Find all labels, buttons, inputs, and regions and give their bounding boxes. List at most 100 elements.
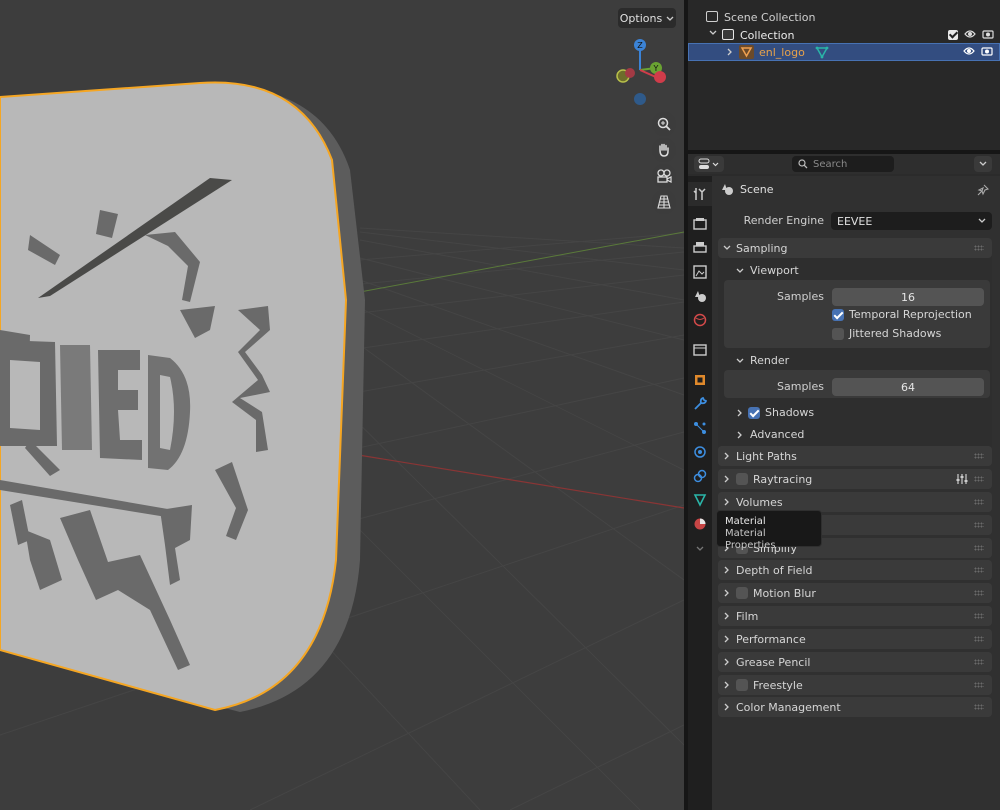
checkbox-unchecked[interactable] — [832, 327, 844, 340]
collection-label: Collection — [740, 28, 795, 42]
options-dropdown[interactable]: Options — [618, 8, 676, 28]
drag-grip-icon[interactable] — [974, 522, 984, 528]
chevron-down-icon — [736, 358, 744, 363]
drag-grip-icon[interactable] — [974, 682, 984, 688]
tab-modifiers[interactable] — [688, 392, 712, 416]
performance-panel[interactable]: Performance — [718, 629, 992, 649]
properties-search-input[interactable]: Search — [792, 156, 894, 172]
raytracing-checkbox[interactable] — [736, 473, 748, 485]
grease-pencil-panel[interactable]: Grease Pencil — [718, 652, 992, 672]
mesh-data-icon — [693, 494, 707, 507]
editor-type-button[interactable] — [694, 156, 724, 172]
outliner-scene-collection[interactable]: Scene Collection — [688, 8, 1000, 26]
drag-grip-icon[interactable] — [974, 499, 984, 505]
advanced-subpanel-header[interactable]: Advanced — [736, 428, 804, 441]
outliner-collection[interactable]: Collection — [688, 26, 1000, 44]
eye-icon[interactable] — [964, 29, 976, 42]
chevron-right-icon — [718, 452, 736, 460]
constraints-icon — [693, 469, 707, 483]
freestyle-checkbox[interactable] — [736, 679, 748, 691]
depth-of-field-panel[interactable]: Depth of Field — [718, 560, 992, 580]
drag-grip-icon[interactable] — [974, 453, 984, 459]
tab-scroll-down[interactable] — [688, 536, 712, 560]
camera-icon[interactable] — [652, 164, 676, 188]
exclude-checkbox[interactable] — [948, 30, 958, 40]
presets-sliders-icon[interactable] — [956, 473, 968, 488]
tab-object[interactable] — [688, 368, 712, 392]
drag-grip-icon[interactable] — [974, 545, 984, 551]
volumes-panel[interactable]: Volumes — [718, 492, 992, 512]
temporal-reprojection-checkbox[interactable]: Temporal Reprojection — [832, 308, 972, 321]
viewport-samples-field[interactable]: 16 — [832, 288, 984, 306]
chevron-right-icon — [737, 409, 742, 416]
chevron-right-icon[interactable] — [725, 47, 735, 60]
render-camera-icon[interactable] — [981, 46, 993, 59]
tab-data[interactable] — [688, 488, 712, 512]
shadows-checkbox[interactable] — [748, 406, 760, 419]
drag-grip-icon[interactable] — [974, 659, 984, 665]
drag-grip-icon[interactable] — [974, 590, 984, 596]
chevron-down-icon[interactable] — [708, 28, 718, 41]
light-paths-panel[interactable]: Light Paths — [718, 446, 992, 466]
drag-grip-icon[interactable] — [974, 476, 984, 482]
tab-constraints[interactable] — [688, 464, 712, 488]
grid-icon[interactable] — [652, 190, 676, 214]
volumes-label: Volumes — [736, 495, 783, 509]
tab-world[interactable] — [688, 308, 712, 332]
tab-tool[interactable] — [688, 182, 712, 206]
drag-grip-icon[interactable] — [974, 636, 984, 642]
render-samples-field[interactable]: 64 — [832, 378, 984, 396]
render-engine-value: EEVEE — [837, 214, 873, 228]
viewport-samples-label: Samples — [777, 290, 824, 303]
options-dropdown-button[interactable] — [974, 156, 992, 172]
particles-icon — [694, 422, 706, 434]
chevron-right-icon — [718, 681, 736, 689]
tab-render[interactable] — [688, 212, 712, 236]
eye-icon[interactable] — [963, 46, 975, 59]
outliner-object-enl-logo[interactable]: enl_logo — [688, 43, 1000, 61]
render-samples-value: 64 — [901, 380, 915, 394]
tab-view-layer[interactable] — [688, 260, 712, 284]
tab-output[interactable] — [688, 236, 712, 260]
motion-blur-checkbox[interactable] — [736, 587, 748, 599]
render-subpanel-header[interactable]: Render — [736, 354, 789, 367]
motion-blur-panel[interactable]: Motion Blur — [718, 583, 992, 603]
3d-viewport[interactable]: Options Z Y — [0, 0, 684, 810]
drag-grip-icon[interactable] — [974, 704, 984, 710]
color-management-panel[interactable]: Color Management — [718, 697, 992, 717]
tab-scene[interactable] — [688, 284, 712, 308]
world-icon — [693, 313, 707, 327]
navigation-gizmo[interactable]: Z Y — [604, 34, 676, 108]
tab-material[interactable] — [688, 512, 712, 536]
light-paths-label: Light Paths — [736, 449, 797, 463]
advanced-label: Advanced — [750, 428, 805, 441]
tab-physics[interactable] — [688, 440, 712, 464]
hand-pan-icon[interactable] — [652, 138, 676, 162]
drag-grip-icon[interactable] — [974, 613, 984, 619]
shadows-label: Shadows — [765, 406, 815, 419]
output-icon — [693, 242, 707, 253]
drag-grip-icon[interactable] — [974, 245, 984, 251]
properties-editor: Search Scene Render Engine EEVEE Samplin… — [688, 154, 1000, 810]
viewport-subpanel-header[interactable]: Viewport — [736, 264, 799, 277]
tab-particles[interactable] — [688, 416, 712, 440]
raytracing-panel[interactable]: Raytracing — [718, 469, 992, 489]
pin-icon[interactable] — [977, 184, 990, 199]
scene-icon — [695, 291, 706, 302]
film-panel[interactable]: Film — [718, 606, 992, 626]
sampling-header[interactable]: Sampling — [718, 238, 992, 258]
render-engine-select[interactable]: EEVEE — [831, 212, 992, 230]
shadows-subpanel-header[interactable]: Shadows — [736, 406, 814, 419]
tab-collection[interactable] — [688, 338, 712, 362]
zoom-icon[interactable] — [652, 112, 676, 136]
viewport-samples-value: 16 — [901, 290, 915, 304]
depth-of-field-label: Depth of Field — [736, 563, 813, 577]
jittered-shadows-checkbox[interactable]: Jittered Shadows — [832, 327, 941, 340]
options-label: Options — [619, 11, 663, 25]
render-camera-icon[interactable] — [982, 29, 994, 42]
chevron-right-icon — [718, 658, 736, 666]
freestyle-panel[interactable]: Freestyle — [718, 675, 992, 695]
drag-grip-icon[interactable] — [974, 567, 984, 573]
tool-icon — [693, 188, 706, 200]
checkbox-checked[interactable] — [832, 308, 844, 321]
